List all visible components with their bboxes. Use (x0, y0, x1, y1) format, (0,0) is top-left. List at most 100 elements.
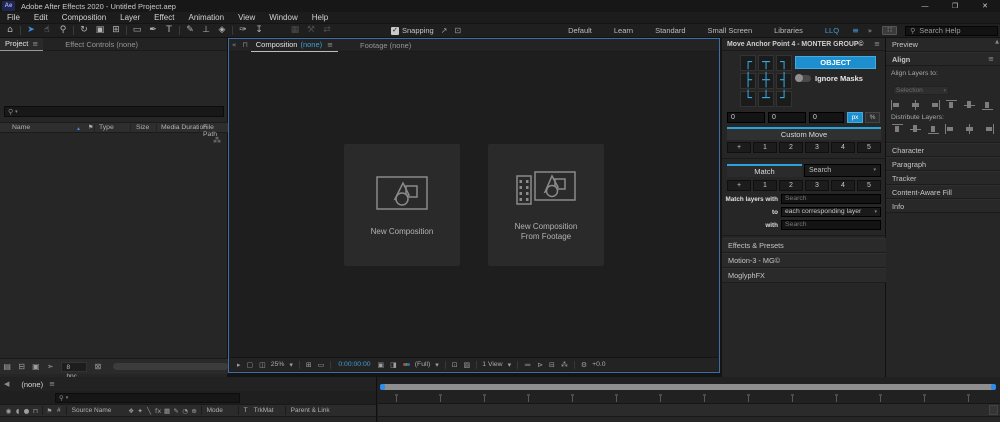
panel-character[interactable]: Character (886, 143, 1000, 157)
mask-visibility-icon[interactable]: ▭ (318, 361, 325, 369)
shy-icon[interactable]: ❖ (127, 407, 136, 415)
audio-icon[interactable]: ◖ (13, 407, 22, 415)
time-navigator[interactable] (380, 384, 996, 390)
match-slot-2[interactable]: 2 (779, 180, 803, 191)
column-media-duration[interactable]: Media Duration (161, 124, 207, 131)
scroll-up-icon[interactable]: ▲ (995, 39, 999, 45)
collapse-transforms-icon[interactable]: ✦ (136, 407, 145, 415)
sort-icon[interactable]: ▲ (76, 126, 81, 132)
clone-stamp-tool-icon[interactable]: ⊥ (198, 24, 214, 37)
motion-blur-icon[interactable]: ✎ (172, 407, 181, 415)
workspace-small-screen[interactable]: Small Screen (697, 26, 764, 35)
unit-percent-button[interactable]: % (865, 112, 880, 123)
search-options-icon[interactable]: ▾ (66, 395, 69, 401)
new-composition-from-footage-button[interactable]: New Composition From Footage (488, 144, 604, 266)
menu-animation[interactable]: Animation (181, 12, 231, 24)
panel-preview[interactable]: Preview (886, 38, 1000, 52)
match-slot-3[interactable]: 3 (805, 180, 829, 191)
time-ruler[interactable] (378, 391, 1000, 404)
panel-align[interactable]: Align ≡ (886, 52, 1000, 66)
align-v-center-icon[interactable] (963, 100, 976, 110)
panel-collapse-icon[interactable]: ◀ (4, 380, 9, 388)
channels-icon[interactable] (403, 363, 410, 366)
align-left-icon[interactable] (891, 100, 904, 110)
panel-menu-icon[interactable]: ≡ (32, 40, 38, 48)
custom-slot-4[interactable]: 4 (831, 142, 855, 153)
close-button[interactable]: ✕ (970, 0, 1000, 12)
pan-behind-tool-icon[interactable]: ⊞ (108, 24, 124, 37)
custom-slot-+[interactable]: + (727, 142, 751, 153)
magnification-level[interactable]: 25% (271, 361, 285, 368)
column-size[interactable]: Size (136, 124, 149, 131)
match-slot-+[interactable]: + (727, 180, 751, 191)
anchor-top-left-button[interactable]: ┌ (740, 55, 756, 71)
send-icon[interactable]: ➣ (43, 362, 57, 371)
distribute-v-center-icon[interactable] (909, 124, 922, 134)
resolution[interactable]: (Full) (415, 361, 430, 368)
camera-tool-icon[interactable]: ▣ (92, 24, 108, 37)
project-search-field[interactable]: ⚲ ▾ (4, 106, 224, 117)
3d-layer-icon[interactable]: ⊕ (190, 407, 199, 415)
always-preview-icon[interactable]: ▸ (237, 361, 241, 369)
timeline-search-field[interactable]: ⚲ ▾ (55, 393, 240, 403)
panel-tracker[interactable]: Tracker (886, 171, 1000, 185)
menu-view[interactable]: View (231, 12, 262, 24)
panel-content-aware-fill[interactable]: Content-Aware Fill (886, 185, 1000, 199)
align-bottom-icon[interactable] (981, 100, 994, 110)
pixel-aspect-icon[interactable]: ≔ (524, 361, 531, 369)
workspace-overflow-icon[interactable]: » (868, 27, 872, 35)
tab-footage[interactable]: Footage (none) (360, 41, 411, 50)
custom-slot-3[interactable]: 3 (805, 142, 829, 153)
search-dropdown[interactable]: Search ▾ (804, 164, 881, 177)
selection-tool-icon[interactable]: ➤ (23, 24, 39, 37)
snapping-checkbox[interactable]: ✓ (391, 27, 399, 35)
project-scrollbar[interactable] (113, 363, 228, 370)
menu-help[interactable]: Help (305, 12, 335, 24)
object-button[interactable]: OBJECT (795, 56, 876, 69)
workspace-default[interactable]: Default (557, 26, 603, 35)
main-viewer-icon[interactable]: ▢ (247, 361, 254, 369)
trkmat-column[interactable]: TrkMat (254, 407, 280, 414)
unit-px-button[interactable]: px (847, 112, 863, 123)
timeline-columns-header[interactable]: ◉◖●⊓⚑#Source Name❖✦╲fx▦✎◔⊕ModeTTrkMatPar… (0, 404, 376, 417)
anchor-bottom-button[interactable]: ┴ (758, 91, 774, 107)
panel-paragraph[interactable]: Paragraph (886, 157, 1000, 171)
roi-icon[interactable]: ⊡ (452, 361, 458, 369)
snapshot-icon[interactable]: ▣ (378, 361, 385, 369)
workspace-libraries[interactable]: Libraries (763, 26, 814, 35)
workspace-llq[interactable]: LLQ (814, 26, 850, 35)
panel-motion-3-mg-[interactable]: Motion-3 - MG© (722, 253, 886, 268)
viewer-lock-icon[interactable]: ⊓ (242, 41, 247, 49)
panel-info[interactable]: Info (886, 199, 1000, 213)
bpc-button[interactable]: 8 bpc (61, 362, 86, 372)
dropdown-icon[interactable]: ▾ (435, 361, 439, 369)
fx-icon[interactable]: fx (154, 407, 163, 415)
keyboard-icon[interactable]: ∷ (882, 26, 897, 35)
home-tool-icon[interactable]: ⌂ (2, 24, 18, 37)
help-search-field[interactable]: ⚲ Search Help (905, 26, 998, 36)
menu-composition[interactable]: Composition (55, 12, 113, 24)
puppet-pin-tool-icon[interactable]: ↧ (251, 24, 267, 37)
anchor-top-right-button[interactable]: ┐ (776, 55, 792, 71)
y-offset-input[interactable]: 0 (768, 112, 806, 123)
video-eye-icon[interactable]: ◉ (4, 407, 13, 415)
adjustment-layer-icon[interactable]: ◔ (181, 407, 190, 415)
align-selection-dropdown[interactable]: Selection ▾ (893, 86, 949, 95)
expand-arrows-icon[interactable]: ↗ (441, 26, 448, 35)
parent-link-column[interactable]: Parent & Link (291, 407, 330, 414)
menu-layer[interactable]: Layer (113, 12, 147, 24)
panel-collapse-icon[interactable]: « (232, 41, 236, 49)
zoom-tool-icon[interactable]: ⚲ (55, 24, 71, 37)
custom-slot-1[interactable]: 1 (753, 142, 777, 153)
dropdown-icon[interactable]: ▾ (508, 361, 512, 369)
anchor-right-button[interactable]: ┤ (776, 73, 792, 89)
menu-window[interactable]: Window (262, 12, 304, 24)
custom-slot-5[interactable]: 5 (857, 142, 881, 153)
hand-tool-icon[interactable]: ☝ (39, 24, 55, 37)
navigator-start-handle[interactable] (380, 384, 385, 390)
distribute-right-icon[interactable] (981, 124, 994, 134)
panel-effects-presets[interactable]: Effects & Presets (722, 238, 886, 253)
navigator-end-handle[interactable] (991, 384, 996, 390)
tab-effect-controls[interactable]: Effect Controls (none) (65, 40, 138, 49)
menu-effect[interactable]: Effect (147, 12, 181, 24)
